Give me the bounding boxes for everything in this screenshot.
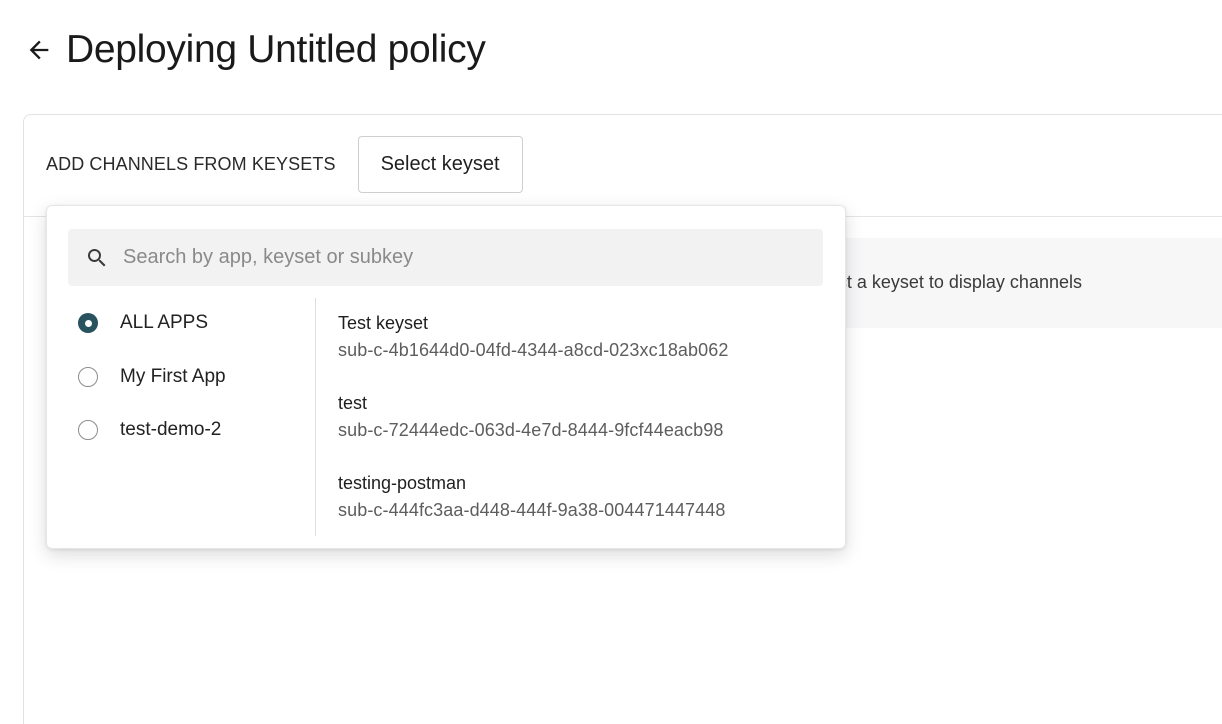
radio-selected[interactable]: [78, 313, 98, 333]
select-keyset-button[interactable]: Select keyset: [357, 136, 523, 193]
app-option-label: test-demo-2: [120, 419, 222, 440]
radio-unselected[interactable]: [78, 367, 98, 387]
keyset-item[interactable]: Test keyset sub-c-4b1644d0-04fd-4344-a8c…: [338, 312, 729, 361]
search-icon: [85, 246, 109, 270]
search-input[interactable]: [123, 246, 823, 269]
toolbar-label: ADD CHANNELS FROM KEYSETS: [46, 154, 336, 174]
keyset-name: Test keyset: [338, 313, 429, 333]
page-title: Deploying Untitled policy: [66, 28, 486, 71]
app-option-all-apps[interactable]: ALL APPS: [78, 312, 208, 334]
back-button[interactable]: [24, 35, 54, 65]
keyset-subkey: sub-c-444fc3aa-d448-444f-9a38-0044714474…: [338, 500, 726, 520]
app-option-label: ALL APPS: [120, 312, 209, 333]
radio-unselected[interactable]: [78, 420, 98, 440]
keyset-subkey: sub-c-72444edc-063d-4e7d-8444-9fcf44eacb…: [338, 420, 724, 440]
app-option-label: My First App: [120, 366, 226, 387]
keyset-name: test: [338, 393, 368, 413]
page: Deploying Untitled policy ADD CHANNELS F…: [0, 0, 1222, 724]
apps-list: ALL APPS My First App test-demo-2: [68, 298, 316, 536]
arrow-left-icon: [29, 40, 49, 60]
keyset-toolbar: ADD CHANNELS FROM KEYSETS Select keyset: [46, 136, 523, 193]
keyset-dropdown: ALL APPS My First App test-demo-2 Test k…: [46, 205, 846, 549]
app-option-my-first-app[interactable]: My First App: [78, 366, 226, 388]
keyset-item[interactable]: testing-postman sub-c-444fc3aa-d448-444f…: [338, 472, 726, 521]
search-box: [68, 229, 823, 286]
keyset-item[interactable]: test sub-c-72444edc-063d-4e7d-8444-9fcf4…: [338, 392, 723, 441]
page-header: Deploying Untitled policy: [24, 28, 486, 72]
keyset-subkey: sub-c-4b1644d0-04fd-4344-a8cd-023xc18ab0…: [338, 340, 729, 360]
keyset-name: testing-postman: [338, 473, 467, 493]
app-option-test-demo-2[interactable]: test-demo-2: [78, 419, 221, 441]
